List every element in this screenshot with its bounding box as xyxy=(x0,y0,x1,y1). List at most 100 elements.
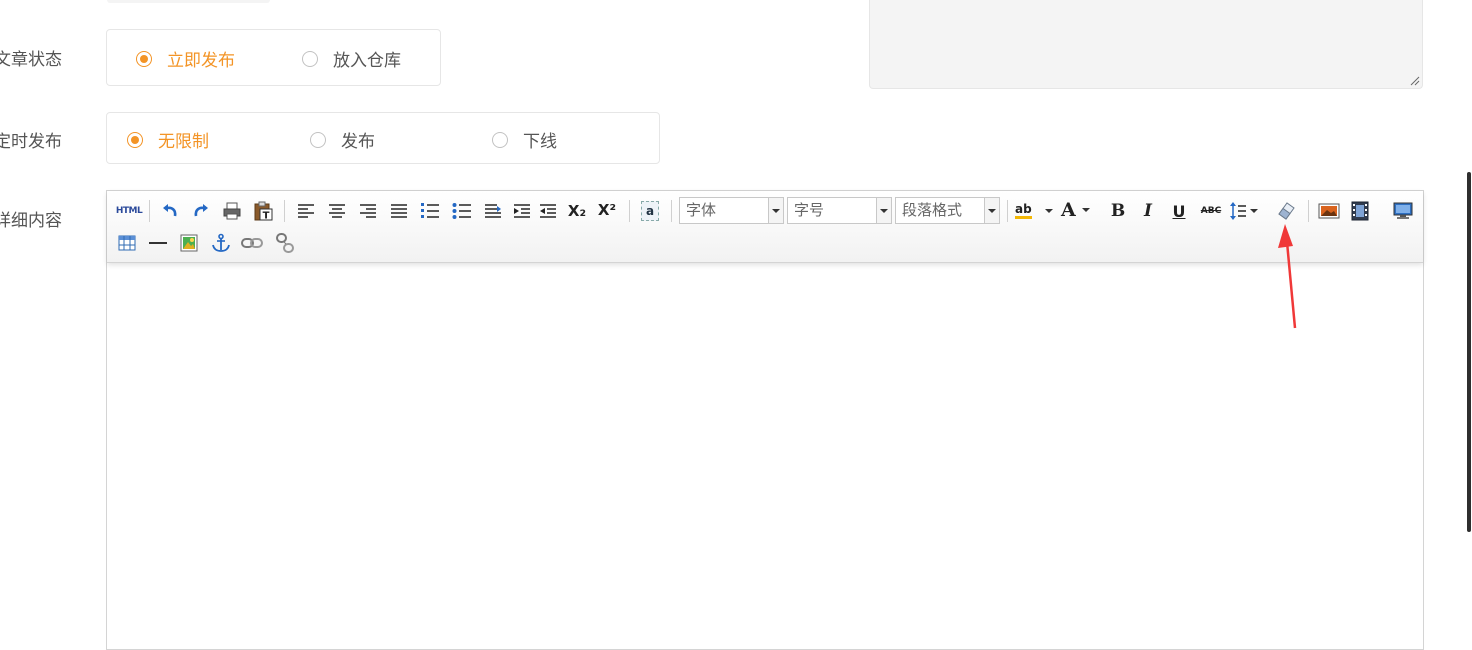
align-justify-icon xyxy=(391,204,407,218)
italic-icon: I xyxy=(1144,201,1152,221)
subscript-button[interactable]: X₂ xyxy=(565,199,589,223)
monitor-icon xyxy=(1393,202,1413,219)
highlighter-icon: ab xyxy=(1015,203,1032,219)
redo-button[interactable] xyxy=(189,199,213,223)
underline-button[interactable]: U xyxy=(1167,199,1191,223)
subscript-icon: X₂ xyxy=(567,202,587,220)
outdent-button[interactable] xyxy=(536,199,560,223)
toolbar-separator xyxy=(284,200,285,222)
radio-unchecked-icon xyxy=(302,50,318,67)
anchor-button[interactable] xyxy=(209,231,233,255)
bold-icon: B xyxy=(1110,201,1126,221)
eraser-icon xyxy=(1278,202,1295,220)
top-input-field[interactable] xyxy=(107,0,270,3)
line-indent-button[interactable] xyxy=(481,199,505,223)
line-height-button[interactable] xyxy=(1229,199,1263,223)
insert-table-button[interactable] xyxy=(115,231,139,255)
radio-checked-icon xyxy=(136,50,152,67)
strikethrough-button[interactable]: ABC xyxy=(1198,199,1224,223)
unlink-icon xyxy=(276,233,294,253)
chevron-down-icon xyxy=(1081,208,1090,212)
indent-icon xyxy=(514,204,530,218)
schedule-label: 定时发布 xyxy=(0,132,62,152)
ordered-list-icon xyxy=(421,203,439,218)
content-label: 详细内容 xyxy=(0,211,62,231)
editor-toolbar: HTML T X₂ X² a 字体 字号 段落格式 ab A B I U ABC xyxy=(107,191,1423,263)
insert-link-button[interactable] xyxy=(240,231,264,255)
ordered-list-button[interactable] xyxy=(418,199,442,223)
radio-publish[interactable]: 发布 xyxy=(310,127,375,152)
status-radio-group: 立即发布 放入仓库 xyxy=(106,29,441,86)
radio-offline[interactable]: 下线 xyxy=(492,127,557,152)
print-button[interactable] xyxy=(220,199,244,223)
align-left-icon xyxy=(298,204,314,218)
table-icon xyxy=(118,235,136,251)
insert-video-button[interactable] xyxy=(1348,199,1372,223)
radio-unlimited[interactable]: 无限制 xyxy=(127,127,209,152)
insert-gallery-button[interactable] xyxy=(177,231,201,255)
toolbar-separator xyxy=(629,200,630,222)
horizontal-rule-icon xyxy=(149,242,167,244)
indent-button[interactable] xyxy=(510,199,534,223)
svg-text:T: T xyxy=(263,211,270,222)
chevron-down-icon xyxy=(876,198,891,223)
radio-unchecked-icon xyxy=(492,131,508,148)
page-scrollbar[interactable] xyxy=(1467,172,1471,532)
print-icon xyxy=(223,202,241,220)
undo-button[interactable] xyxy=(158,199,182,223)
radio-put-in-warehouse[interactable]: 放入仓库 xyxy=(302,46,401,71)
editor-content-area[interactable] xyxy=(107,263,1423,649)
toolbar-separator xyxy=(671,200,672,222)
align-right-icon xyxy=(360,204,376,218)
paste-plain-text-button[interactable]: T xyxy=(251,199,275,223)
video-icon xyxy=(1351,201,1369,221)
outdent-icon xyxy=(540,204,556,218)
chevron-down-icon xyxy=(984,198,999,223)
horizontal-rule-button[interactable] xyxy=(146,231,170,255)
italic-button[interactable]: I xyxy=(1136,199,1160,223)
unordered-list-button[interactable] xyxy=(450,199,474,223)
redo-icon xyxy=(194,204,208,217)
html-source-button[interactable]: HTML xyxy=(115,199,143,223)
align-justify-button[interactable] xyxy=(387,199,411,223)
rich-text-editor: HTML T X₂ X² a 字体 字号 段落格式 ab A B I U ABC xyxy=(106,190,1424,650)
unlink-button[interactable] xyxy=(273,231,297,255)
paragraph-format-select[interactable]: 段落格式 xyxy=(895,197,1000,224)
font-color-button[interactable]: A xyxy=(1061,198,1097,222)
image-icon xyxy=(1318,203,1340,219)
link-icon xyxy=(241,238,263,248)
status-label: 文章状态 xyxy=(0,50,62,70)
bold-button[interactable]: B xyxy=(1106,199,1130,223)
align-right-button[interactable] xyxy=(356,199,380,223)
align-center-button[interactable] xyxy=(325,199,349,223)
unordered-list-icon xyxy=(452,203,471,219)
align-left-button[interactable] xyxy=(294,199,318,223)
line-height-icon xyxy=(1230,202,1246,220)
html-icon: HTML xyxy=(115,206,143,216)
paste-text-icon: T xyxy=(254,201,273,222)
insert-image-button[interactable] xyxy=(1317,199,1341,223)
font-family-select[interactable]: 字体 xyxy=(679,197,784,224)
undo-icon xyxy=(163,204,177,217)
special-character-button[interactable]: a xyxy=(638,199,662,223)
resize-handle-icon[interactable] xyxy=(1410,76,1420,86)
toolbar-separator xyxy=(1007,200,1008,222)
radio-publish-now[interactable]: 立即发布 xyxy=(136,46,235,71)
summary-textarea[interactable] xyxy=(869,0,1423,89)
preview-button[interactable] xyxy=(1391,199,1415,223)
superscript-button[interactable]: X² xyxy=(595,198,619,222)
font-size-select[interactable]: 字号 xyxy=(787,197,892,224)
indent-first-line-icon xyxy=(485,204,501,218)
chevron-down-icon xyxy=(1044,209,1053,213)
radio-checked-icon xyxy=(127,131,143,148)
toolbar-separator xyxy=(149,200,150,222)
background-color-button[interactable]: ab xyxy=(1015,199,1055,223)
radio-unchecked-icon xyxy=(310,131,326,148)
clear-format-button[interactable] xyxy=(1274,198,1298,222)
strikethrough-icon: ABC xyxy=(1200,206,1222,216)
toolbar-separator xyxy=(1308,200,1309,222)
special-character-icon: a xyxy=(641,201,659,221)
anchor-icon xyxy=(212,233,230,252)
chevron-down-icon xyxy=(768,198,783,223)
superscript-icon: X² xyxy=(597,201,617,219)
